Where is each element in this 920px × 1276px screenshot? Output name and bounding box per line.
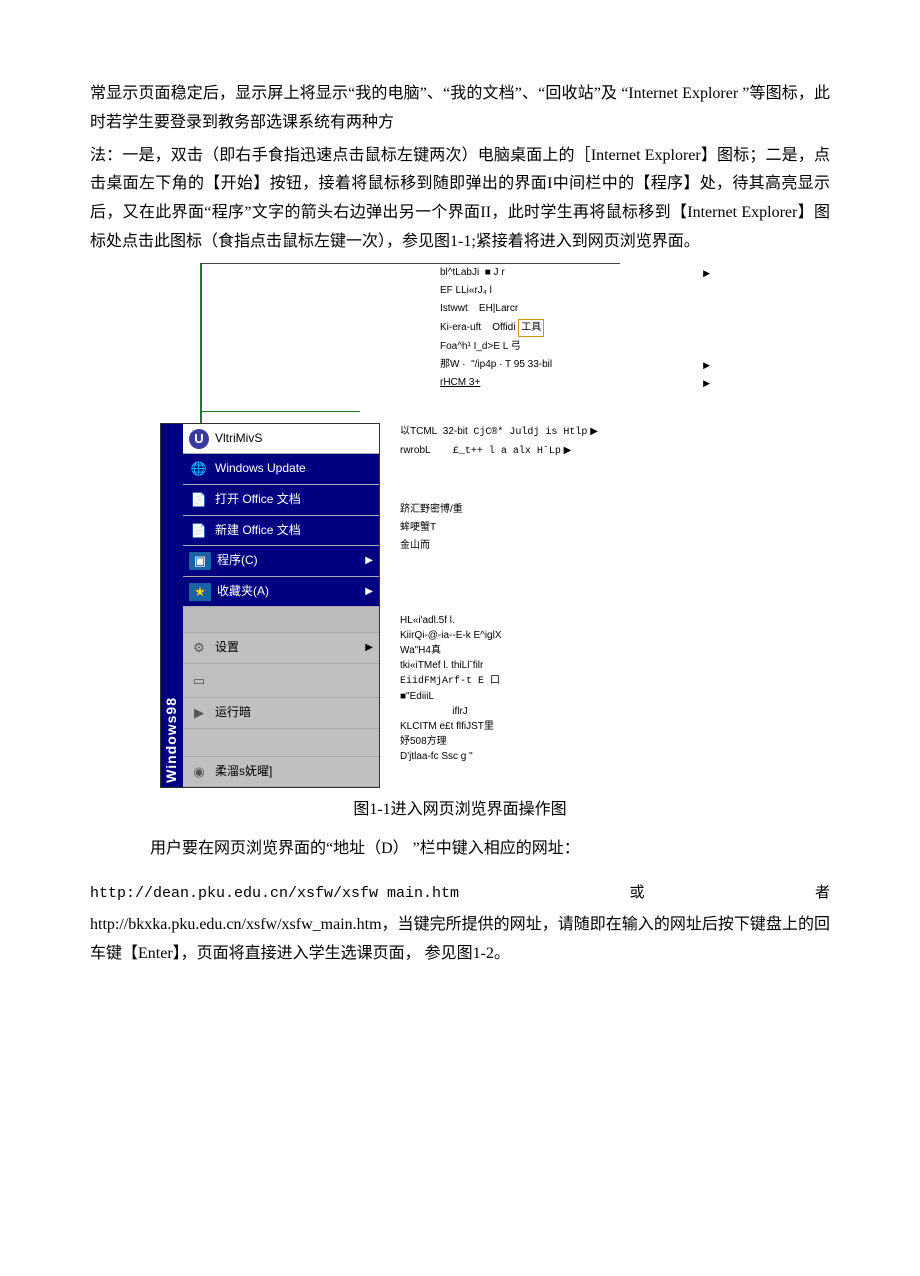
submenu-item-label: rHCM 3+ (440, 375, 480, 391)
submenu-item-label: EF LLi«rJ₄ l (440, 283, 492, 299)
submenu-item[interactable]: EiidFMjArf-t E 口 (400, 673, 660, 689)
arrow-right-icon: ▶ (703, 358, 710, 372)
start-item-label: 打开 Office 文档 (215, 489, 301, 511)
conj-zhe: 者 (815, 880, 830, 907)
submenu-item[interactable]: 以TCML 32-bit CjC®* Juldj is Htlp ▶ (400, 423, 660, 442)
start-menu-item-blank: ▭ (183, 664, 379, 698)
submenu-item[interactable]: Istwwt EH|Larcr (440, 301, 700, 317)
doc-paragraph-1: 常显示页面稳定后，显示屏上将显示“我的电脑”、“我的文档”、“回收站”及 “In… (90, 80, 830, 138)
arrow-right-icon: ▶ (590, 426, 598, 437)
programs-folder-icon: ▣ (189, 552, 211, 570)
submenu-item-detail: Offidi (492, 320, 515, 336)
submenu-item[interactable]: rHCM 3+▶ (440, 375, 700, 391)
submenu-item[interactable]: EF LLi«rJ₄ l (440, 283, 700, 299)
submenu-item[interactable]: Ki-era-uft Offidi 工具 (440, 319, 700, 337)
start-menu-item-windows-update[interactable]: 🌐 Windows Update (183, 454, 379, 485)
start-menu-item-favorites[interactable]: ★ 收藏夹(A) ▶ (183, 577, 379, 608)
submenu-panel-2: 以TCML 32-bit CjC®* Juldj is Htlp ▶ rwrob… (400, 423, 660, 555)
submenu-item[interactable]: KLCITM e£t flfiJST里 (400, 719, 660, 734)
start-menu-section: Windows98 U VltriMivS 🌐 Windows Update 📄… (160, 423, 680, 788)
submenu-item[interactable]: 跻汇野密博/重 (400, 501, 660, 519)
figure-caption: 图1-1进入网页浏览界面操作图 (90, 796, 830, 825)
submenu-item[interactable]: tki«iTMef l. thiLlˉfilr (400, 658, 660, 673)
submenu-item[interactable]: D'jtlaa-fc Ssc g " (400, 749, 660, 764)
decorative-line-vertical (200, 263, 202, 423)
submenu-item-label: Foa^h¹ I_d>E L 弓 (440, 339, 521, 355)
start-menu-item-shutdown[interactable]: ◉ 柔溜s妩曜] (183, 757, 379, 788)
submenu-item-label: 那W · (440, 357, 466, 373)
submenu-panel-3: HL«i'adl.5f l. KiirQi-@-ia--E-k E^iglX W… (400, 613, 660, 764)
start-menu-sidebar: Windows98 (161, 424, 183, 787)
submenu-item[interactable]: 蛑哽蟹T (400, 519, 660, 537)
url-line-1: http://dean.pku.edu.cn/xsfw/xsfw main.ht… (90, 880, 830, 907)
doc-paragraph-2: 法：一是，双击（即右手食指迅速点击鼠标左键两次）电脑桌面上的［Internet … (90, 142, 830, 257)
submenu-item-label: bl^tLabJi (440, 265, 479, 281)
submenu-item[interactable]: 妤508方理 (400, 734, 660, 749)
start-menu-item-ultraedit[interactable]: U VltriMivS (183, 424, 379, 455)
start-menu-item-blank (183, 607, 379, 633)
submenu-panel-1: bl^tLabJi ■ J r ▶ EF LLi«rJ₄ l Istwwt EH… (440, 263, 700, 393)
start-item-label: Windows Update (215, 458, 306, 480)
url-text: http://dean.pku.edu.cn/xsfw/xsfw main.ht… (90, 880, 459, 907)
decorative-line-horizontal (200, 411, 360, 412)
submenu-item[interactable]: Wa"H4真 (400, 643, 660, 658)
instruction-text: 用户要在网页浏览界面的“地址（D） ”栏中键入相应的网址： (150, 835, 830, 864)
figure-1-1: bl^tLabJi ■ J r ▶ EF LLi«rJ₄ l Istwwt EH… (160, 263, 680, 788)
windows98-label: Windows98 (159, 693, 184, 787)
start-item-label: 柔溜s妩曜] (215, 761, 272, 783)
submenu-item-extra: CjC®* Juldj is Htlp (473, 427, 587, 438)
run-icon: ▶ (189, 704, 209, 722)
start-menu-item-open-office[interactable]: 📄 打开 Office 文档 (183, 485, 379, 516)
submenu-item-label: Ki-era-uft (440, 320, 481, 336)
arrow-right-icon: ▶ (703, 376, 710, 390)
windows-start-menu: Windows98 U VltriMivS 🌐 Windows Update 📄… (160, 423, 380, 788)
doc-paragraph-3: http://bkxka.pku.edu.cn/xsfw/xsfw_main.h… (90, 911, 830, 969)
document-icon: 📄 (189, 521, 209, 539)
ultraedit-icon: U (189, 429, 209, 449)
settings-icon: ⚙ (189, 639, 209, 657)
start-item-label: 程序(C) (217, 550, 258, 572)
submenu-item-detail: "/ip4p · T 95 33-bil (471, 357, 552, 373)
submenu-top-area: bl^tLabJi ■ J r ▶ EF LLi«rJ₄ l Istwwt EH… (200, 263, 680, 423)
submenu-item[interactable]: iflrJ (400, 704, 520, 719)
chevron-right-icon: ▶ (365, 583, 373, 601)
submenu-item[interactable]: 金山而 (400, 537, 660, 555)
submenu-item-detail: EH|Larcr (479, 301, 518, 317)
conj-or: 或 (630, 880, 645, 907)
arrow-right-icon: ▶ (703, 266, 710, 280)
highlighted-label: 工具 (518, 319, 544, 337)
start-menu-item-run[interactable]: ▶ 运行暗 (183, 698, 379, 729)
document-icon: 📄 (189, 491, 209, 509)
submenu-item[interactable]: 那W · "/ip4p · T 95 33-bil▶ (440, 357, 700, 373)
submenu-item[interactable]: Foa^h¹ I_d>E L 弓 (440, 339, 700, 355)
arrow-right-icon: ▶ (564, 445, 572, 456)
favorites-star-icon: ★ (189, 583, 211, 601)
placeholder-icon: ▭ (189, 671, 209, 689)
submenu-item[interactable]: HL«i'adl.5f l. (400, 613, 660, 628)
start-item-label: VltriMivS (215, 428, 262, 450)
submenu-item-detail: 32-bit (443, 426, 468, 437)
start-menu-item-programs[interactable]: ▣ 程序(C) ▶ (183, 546, 379, 577)
submenu-item-label: Istwwt (440, 301, 468, 317)
submenu-item[interactable]: ■"EdiiiL (400, 689, 660, 704)
start-item-label: 设置 (215, 637, 239, 659)
start-menu-items: U VltriMivS 🌐 Windows Update 📄 打开 Office… (183, 424, 379, 787)
submenu-item[interactable]: rwrobL £_t++ l a alx HˉLp ▶ (400, 442, 660, 461)
submenu-item-label: rwrobL (400, 445, 431, 456)
globe-icon: 🌐 (189, 460, 209, 478)
submenu-item[interactable]: bl^tLabJi ■ J r ▶ (440, 265, 700, 281)
start-menu-item-settings[interactable]: ⚙ 设置 ▶ (183, 633, 379, 664)
submenu-item[interactable]: KiirQi-@-ia--E-k E^iglX (400, 628, 660, 643)
start-item-label: 收藏夹(A) (217, 581, 269, 603)
chevron-right-icon: ▶ (365, 639, 373, 657)
chevron-right-icon: ▶ (365, 552, 373, 570)
submenu-item-detail: ■ J r (485, 265, 505, 281)
submenu-item-label: 以TCML (400, 426, 437, 437)
submenu-item-extra: £_t++ l a alx HˉLp (453, 446, 561, 457)
start-menu-item-new-office[interactable]: 📄 新建 Office 文档 (183, 516, 379, 547)
start-item-label: 运行暗 (215, 702, 251, 724)
start-menu-item-blank (183, 729, 379, 757)
start-item-label: 新建 Office 文档 (215, 520, 301, 542)
shutdown-icon: ◉ (189, 762, 209, 780)
